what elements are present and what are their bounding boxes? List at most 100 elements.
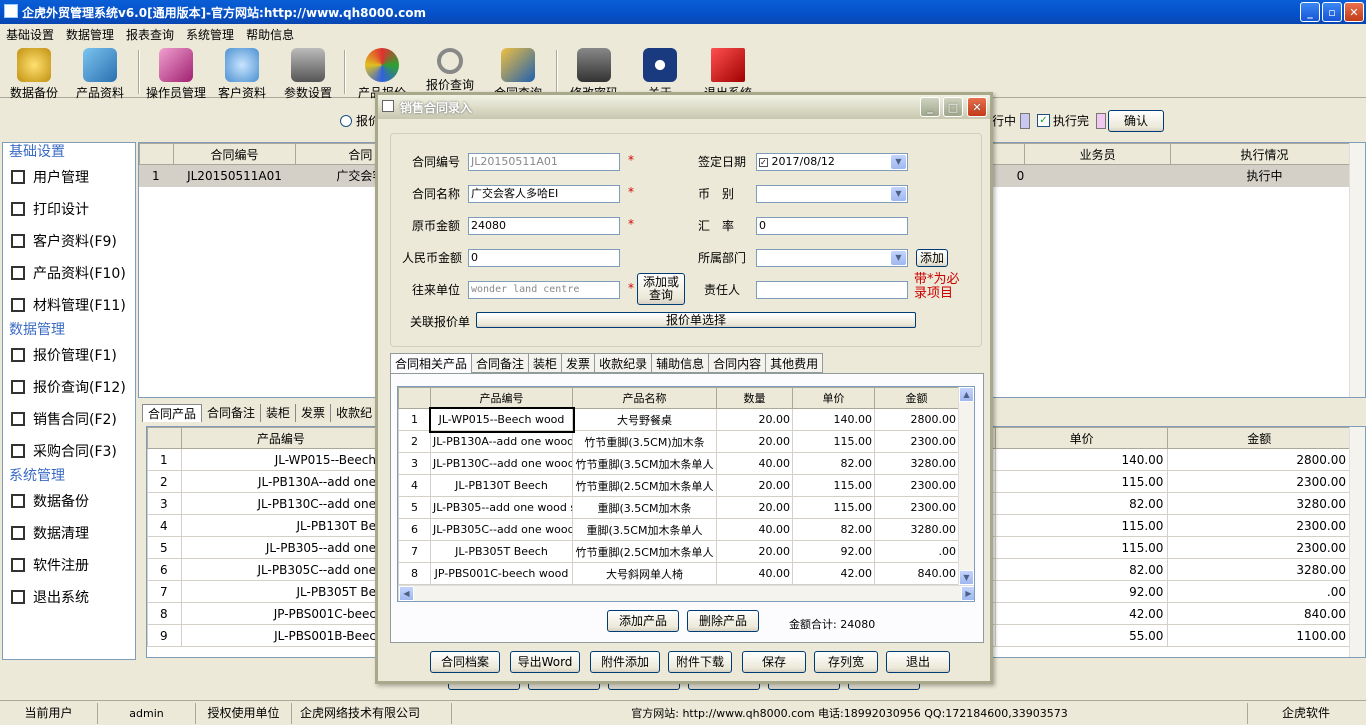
tab-container[interactable]: 装柜 <box>261 404 297 422</box>
exit-dialog-button[interactable]: 退出 <box>886 651 950 673</box>
contract-no-field[interactable]: JL20150511A01 <box>468 153 620 171</box>
attachment-add-button[interactable]: 附件添加 <box>590 651 660 673</box>
orig-amount-field[interactable]: 24080 <box>468 217 620 235</box>
sidebar-item-material[interactable]: 材料管理(F11) <box>3 289 135 321</box>
menu-data[interactable]: 数据管理 <box>66 26 114 43</box>
col-unit-price[interactable]: 单价 <box>994 427 1169 449</box>
scroll-left-icon[interactable]: ◀ <box>399 586 414 601</box>
toolbar-settings-button[interactable]: 参数设置 <box>276 48 340 101</box>
menu-report[interactable]: 报表查询 <box>126 26 174 43</box>
menu-help[interactable]: 帮助信息 <box>246 26 294 43</box>
filter-running[interactable]: 行中 <box>992 112 1031 129</box>
dialog-grid-vscrollbar[interactable]: ▲ ▼ <box>958 387 974 585</box>
exec-done-checkbox[interactable]: ✓ 执行完 <box>1037 112 1107 129</box>
close-button[interactable]: ✕ <box>1344 2 1364 22</box>
sidebar-item-register[interactable]: 软件注册 <box>3 549 135 581</box>
table-row[interactable]: 2JL-PB130A--add one wood sal竹节重脚(3.5CM)加… <box>398 430 959 453</box>
attachment-download-button[interactable]: 附件下载 <box>668 651 732 673</box>
quote-link-label: 关联报价单 <box>410 315 471 329</box>
partner-field[interactable]: wonder land centre <box>468 281 620 299</box>
form-icon <box>11 380 25 394</box>
toolbar-quote-query-button[interactable]: 报价查询 <box>418 48 482 93</box>
scroll-up-icon[interactable]: ▲ <box>959 387 974 402</box>
customer-icon <box>225 48 259 82</box>
tab-container[interactable]: 装柜 <box>529 353 563 373</box>
sidebar-item-customer[interactable]: 客户资料(F9) <box>3 225 135 257</box>
table-row[interactable]: 6JL-PB305C--add one wood sal重脚(3.5CM加木条单… <box>398 518 959 541</box>
contract-archive-button[interactable]: 合同档案 <box>430 651 500 673</box>
toolbar-backup-button[interactable]: 数据备份 <box>2 48 66 101</box>
toolbar-customer-button[interactable]: 客户资料 <box>210 48 274 101</box>
tab-other-fees[interactable]: 其他费用 <box>766 353 824 373</box>
currency-select[interactable]: ▼ <box>756 185 908 203</box>
add-or-query-button[interactable]: 添加或查询 <box>637 273 685 305</box>
sidebar-item-print[interactable]: 打印设计 <box>3 193 135 225</box>
add-dept-button[interactable]: 添加 <box>916 249 948 267</box>
menu-system[interactable]: 系统管理 <box>186 26 234 43</box>
col-amount[interactable]: 金额 <box>1167 427 1351 449</box>
dialog-grid-hscrollbar[interactable]: ◀ ▶ <box>398 585 974 601</box>
table-row[interactable]: 7 JL-PB305T Beech 竹节重脚(2.5CM加木条单人 20.00 92.0… <box>398 540 959 563</box>
table-row[interactable]: 5JL-PB305--add one wood salt重脚(3.5CM加木条2… <box>398 496 959 519</box>
tab-related-products[interactable]: 合同相关产品 <box>390 353 473 373</box>
menu-basic[interactable]: 基础设置 <box>6 26 54 43</box>
col-product-no[interactable]: 产品编号 <box>430 387 573 409</box>
contract-name-field[interactable]: 广交会客人多哈EI <box>468 185 620 203</box>
dialog-minimize-button[interactable]: _ <box>920 97 940 117</box>
scroll-right-icon[interactable]: ▶ <box>961 586 974 601</box>
rate-field[interactable]: 0 <box>756 217 908 235</box>
toolbar-operator-button[interactable]: 操作员管理 <box>144 48 208 101</box>
owner-field[interactable] <box>756 281 908 299</box>
restore-button[interactable]: ▫ <box>1322 2 1342 22</box>
filter-radio-quote[interactable]: 报价 <box>340 112 380 129</box>
col-amount[interactable]: 金额 <box>874 387 959 409</box>
table-row[interactable]: 1 JL-WP015--Beech wood 大号野餐桌 20.00 140.00 280… <box>398 406 959 433</box>
col-status[interactable]: 执行情况 <box>1170 143 1359 165</box>
tab-invoice[interactable]: 发票 <box>562 353 596 373</box>
sidebar-item-clean[interactable]: 数据清理 <box>3 517 135 549</box>
dialog-maximize-button[interactable]: □ <box>943 97 963 117</box>
table-row[interactable]: 4 JL-PB130T Beech 竹节重脚(2.5CM加木条单人 20.00 115.… <box>398 474 959 497</box>
save-column-width-button[interactable]: 存列宽 <box>814 651 878 673</box>
dept-select[interactable]: ▼ <box>756 249 908 267</box>
sidebar-item-user[interactable]: 用户管理 <box>3 161 135 193</box>
sidebar-item-backup[interactable]: 数据备份 <box>3 485 135 517</box>
col-product-no[interactable]: 产品编号 <box>180 427 382 449</box>
confirm-button[interactable]: 确认 <box>1108 110 1164 132</box>
save-button[interactable]: 保存 <box>742 651 806 673</box>
tab-aux-info[interactable]: 辅助信息 <box>652 353 710 373</box>
tab-contract-products[interactable]: 合同产品 <box>142 404 203 422</box>
col-salesman[interactable]: 业务员 <box>1024 143 1172 165</box>
table-row[interactable]: 3JL-PB130C--add one wood sal竹节重脚(3.5CM加木… <box>398 452 959 475</box>
sidebar-item-exit[interactable]: 退出系统 <box>3 581 135 613</box>
sidebar-item-sales-contract[interactable]: 销售合同(F2) <box>3 403 135 435</box>
tab-invoice[interactable]: 发票 <box>296 404 332 422</box>
export-word-button[interactable]: 导出Word <box>510 651 580 673</box>
minimize-button[interactable]: _ <box>1300 2 1320 22</box>
contract-grid-scrollbar[interactable] <box>1349 143 1365 397</box>
table-row[interactable]: 8 JP-PBS001C-beech wood 大号斜网单人椅 40.00 42.00 8… <box>398 562 959 585</box>
sidebar-item-quote-query[interactable]: 报价查询(F12) <box>3 371 135 403</box>
dialog-product-grid: 产品编号 产品名称 数量 单价 金额 1 JL-WP015--Beech wood… <box>397 386 975 602</box>
product-grid-scrollbar[interactable] <box>1349 427 1365 657</box>
tab-notes[interactable]: 合同备注 <box>472 353 530 373</box>
dialog-close-button[interactable]: ✕ <box>967 97 987 117</box>
sidebar-item-product[interactable]: 产品资料(F10) <box>3 257 135 289</box>
add-product-button[interactable]: 添加产品 <box>607 610 679 632</box>
tab-contract-notes[interactable]: 合同备注 <box>202 404 262 422</box>
scroll-down-icon[interactable]: ▼ <box>959 570 974 585</box>
delete-product-button[interactable]: 删除产品 <box>687 610 759 632</box>
quote-select-button[interactable]: 报价单选择 <box>476 312 916 328</box>
col-unit-price[interactable]: 单价 <box>792 387 875 409</box>
col-contract-no[interactable]: 合同编号 <box>172 143 296 165</box>
sidebar-item-purchase-contract[interactable]: 采购合同(F3) <box>3 435 135 467</box>
toolbar-product-button[interactable]: 产品资料 <box>68 48 132 101</box>
sign-date-picker[interactable]: ✓ 2017/08/12 ▼ <box>756 153 908 171</box>
tab-contract-content[interactable]: 合同内容 <box>709 353 767 373</box>
col-product-name[interactable]: 产品名称 <box>572 387 717 409</box>
col-quantity[interactable]: 数量 <box>716 387 793 409</box>
tab-payment-records[interactable]: 收款纪录 <box>595 353 653 373</box>
sidebar-item-quote[interactable]: 报价管理(F1) <box>3 339 135 371</box>
rmb-amount-field[interactable]: 0 <box>468 249 620 267</box>
tab-payment[interactable]: 收款纪 <box>331 404 379 422</box>
